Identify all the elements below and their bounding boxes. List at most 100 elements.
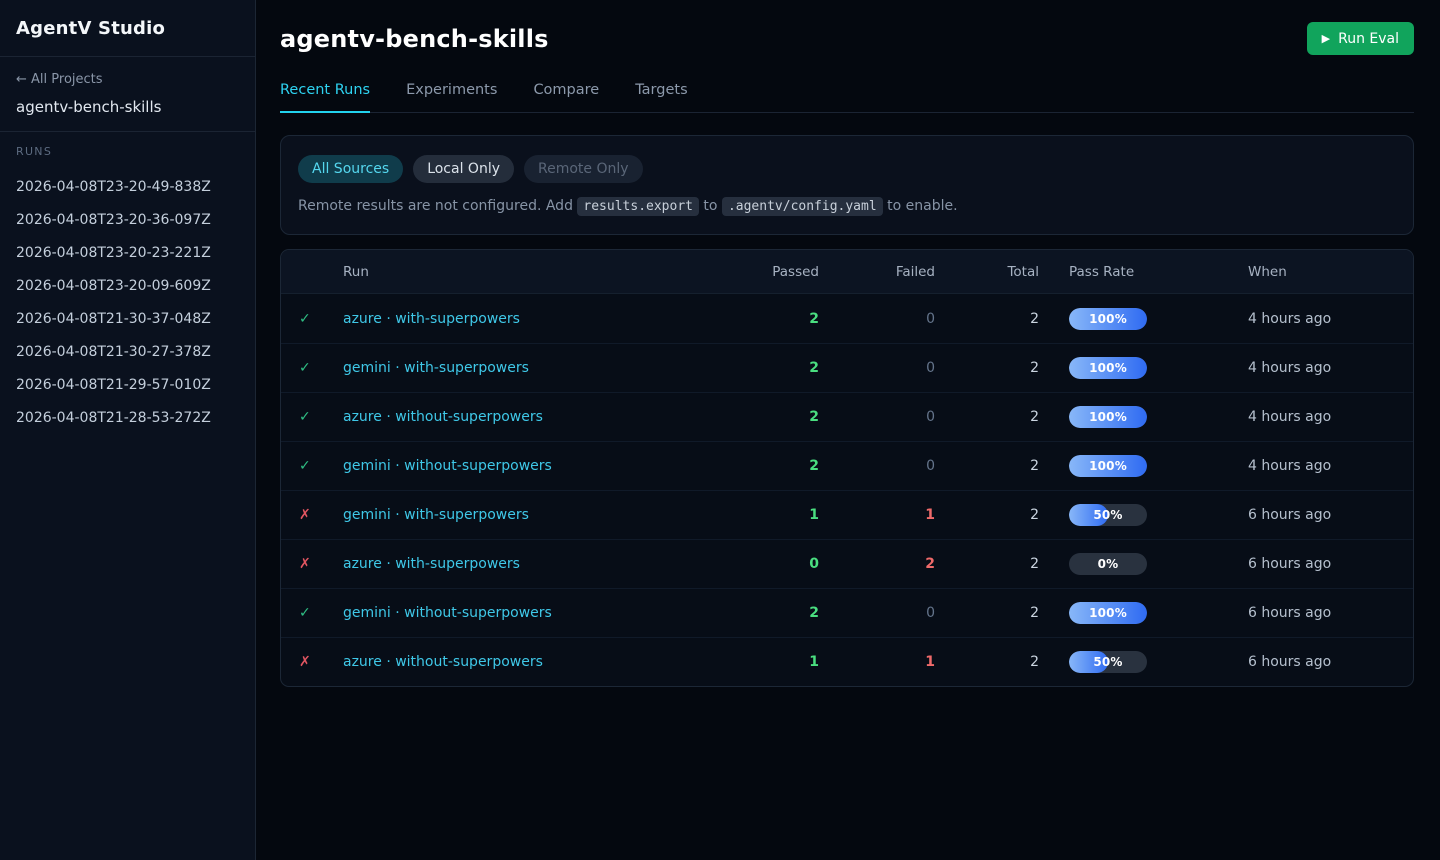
run-link[interactable]: gemini · without-superpowers [343,605,552,621]
runs-list: 2026-04-08T23-20-49-838Z2026-04-08T23-20… [16,171,239,435]
pass-rate-badge: 0% [1069,553,1147,575]
table-row: ✗ azure · without-superpowers 1 1 2 50% … [281,637,1413,686]
sidebar-project-name[interactable]: agentv-bench-skills [16,98,239,116]
failed-column-header: Failed [828,264,944,280]
note-text: to enable. [883,198,958,214]
total-count: 2 [944,556,1048,572]
pass-rate-badge: 100% [1069,308,1147,330]
run-link[interactable]: azure · without-superpowers [343,409,543,425]
app-window: AgentV Studio ← All Projects agentv-benc… [0,0,1440,860]
sidebar: AgentV Studio ← All Projects agentv-benc… [0,0,256,860]
check-icon: ✓ [299,409,311,425]
check-icon: ✓ [299,360,311,376]
run-link[interactable]: azure · without-superpowers [343,654,543,670]
run-column-header: Run [343,264,728,280]
total-count: 2 [944,409,1048,425]
tab-experiments[interactable]: Experiments [406,82,497,113]
sidebar-run-item[interactable]: 2026-04-08T21-30-37-048Z [16,303,239,336]
passed-count: 2 [728,605,828,621]
filter-pill-all-sources[interactable]: All Sources [298,155,403,183]
filter-pill-local-only[interactable]: Local Only [413,155,514,183]
failed-count: 0 [828,605,944,621]
filter-pill-remote-only: Remote Only [524,155,643,183]
when-column-header: When [1248,264,1413,280]
source-filter-pills: All Sources Local Only Remote Only [298,155,1396,183]
run-link[interactable]: azure · with-superpowers [343,311,520,327]
table-row: ✓ gemini · without-superpowers 2 0 2 100… [281,441,1413,490]
sidebar-run-item[interactable]: 2026-04-08T21-29-57-010Z [16,369,239,402]
runs-section: RUNS 2026-04-08T23-20-49-838Z2026-04-08T… [0,132,255,448]
passed-count: 1 [728,507,828,523]
pass-rate-badge: 100% [1069,455,1147,477]
table-row: ✓ gemini · with-superpowers 2 0 2 100% 4… [281,343,1413,392]
code-results-export: results.export [577,197,699,216]
run-eval-button[interactable]: ▶ Run Eval [1307,22,1414,55]
check-icon: ✓ [299,605,311,621]
pass-rate-label: 50% [1069,651,1147,673]
note-text: to [699,198,722,214]
main-content: agentv-bench-skills ▶ Run Eval Recent Ru… [256,0,1440,860]
sidebar-run-item[interactable]: 2026-04-08T23-20-36-097Z [16,204,239,237]
table-row: ✓ azure · without-superpowers 2 0 2 100%… [281,392,1413,441]
run-link[interactable]: azure · with-superpowers [343,556,520,572]
when-label: 6 hours ago [1248,556,1413,572]
sidebar-project-section: ← All Projects agentv-bench-skills [0,57,255,132]
total-count: 2 [944,654,1048,670]
table-row: ✗ gemini · with-superpowers 1 1 2 50% 6 … [281,490,1413,539]
run-eval-label: Run Eval [1338,31,1399,47]
table-header: Run Passed Failed Total Pass Rate When [281,250,1413,294]
run-link[interactable]: gemini · with-superpowers [343,507,529,523]
run-link[interactable]: gemini · without-superpowers [343,458,552,474]
x-icon: ✗ [299,556,311,572]
when-label: 4 hours ago [1248,458,1413,474]
when-label: 4 hours ago [1248,360,1413,376]
sidebar-run-item[interactable]: 2026-04-08T23-20-09-609Z [16,270,239,303]
sidebar-header: AgentV Studio [0,0,255,57]
tab-targets[interactable]: Targets [635,82,687,113]
pass-rate-label: 100% [1069,406,1147,428]
total-count: 2 [944,311,1048,327]
pass-rate-label: 0% [1069,553,1147,575]
app-title: AgentV Studio [16,18,239,39]
passed-count: 2 [728,311,828,327]
pass-rate-column-header: Pass Rate [1048,264,1248,280]
when-label: 6 hours ago [1248,507,1413,523]
source-filter-panel: All Sources Local Only Remote Only Remote … [280,135,1414,235]
failed-count: 0 [828,409,944,425]
sidebar-run-item[interactable]: 2026-04-08T23-20-23-221Z [16,237,239,270]
check-icon: ✓ [299,458,311,474]
sidebar-run-item[interactable]: 2026-04-08T23-20-49-838Z [16,171,239,204]
pass-rate-badge: 50% [1069,504,1147,526]
play-icon: ▶ [1322,33,1330,44]
when-label: 4 hours ago [1248,409,1413,425]
runs-section-label: RUNS [16,145,239,158]
passed-column-header: Passed [728,264,828,280]
pass-rate-badge: 50% [1069,651,1147,673]
run-link[interactable]: gemini · with-superpowers [343,360,529,376]
table-body: ✓ azure · with-superpowers 2 0 2 100% 4 … [281,294,1413,686]
pass-rate-label: 100% [1069,602,1147,624]
failed-count: 0 [828,311,944,327]
passed-count: 1 [728,654,828,670]
x-icon: ✗ [299,507,311,523]
tab-recent-runs[interactable]: Recent Runs [280,82,370,113]
passed-count: 2 [728,409,828,425]
page-title: agentv-bench-skills [280,25,549,53]
check-icon: ✓ [299,311,311,327]
sidebar-run-item[interactable]: 2026-04-08T21-28-53-272Z [16,402,239,435]
total-column-header: Total [944,264,1048,280]
when-label: 6 hours ago [1248,605,1413,621]
all-projects-link[interactable]: ← All Projects [16,72,239,87]
pass-rate-badge: 100% [1069,357,1147,379]
remote-config-note: Remote results are not configured. Add r… [298,198,1396,214]
sidebar-run-item[interactable]: 2026-04-08T21-30-27-378Z [16,336,239,369]
failed-count: 0 [828,458,944,474]
tab-bar: Recent Runs Experiments Compare Targets [280,82,1414,113]
tab-compare[interactable]: Compare [533,82,599,113]
failed-count: 1 [828,507,944,523]
pass-rate-label: 100% [1069,308,1147,330]
table-row: ✓ gemini · without-superpowers 2 0 2 100… [281,588,1413,637]
pass-rate-label: 100% [1069,357,1147,379]
when-label: 6 hours ago [1248,654,1413,670]
passed-count: 0 [728,556,828,572]
